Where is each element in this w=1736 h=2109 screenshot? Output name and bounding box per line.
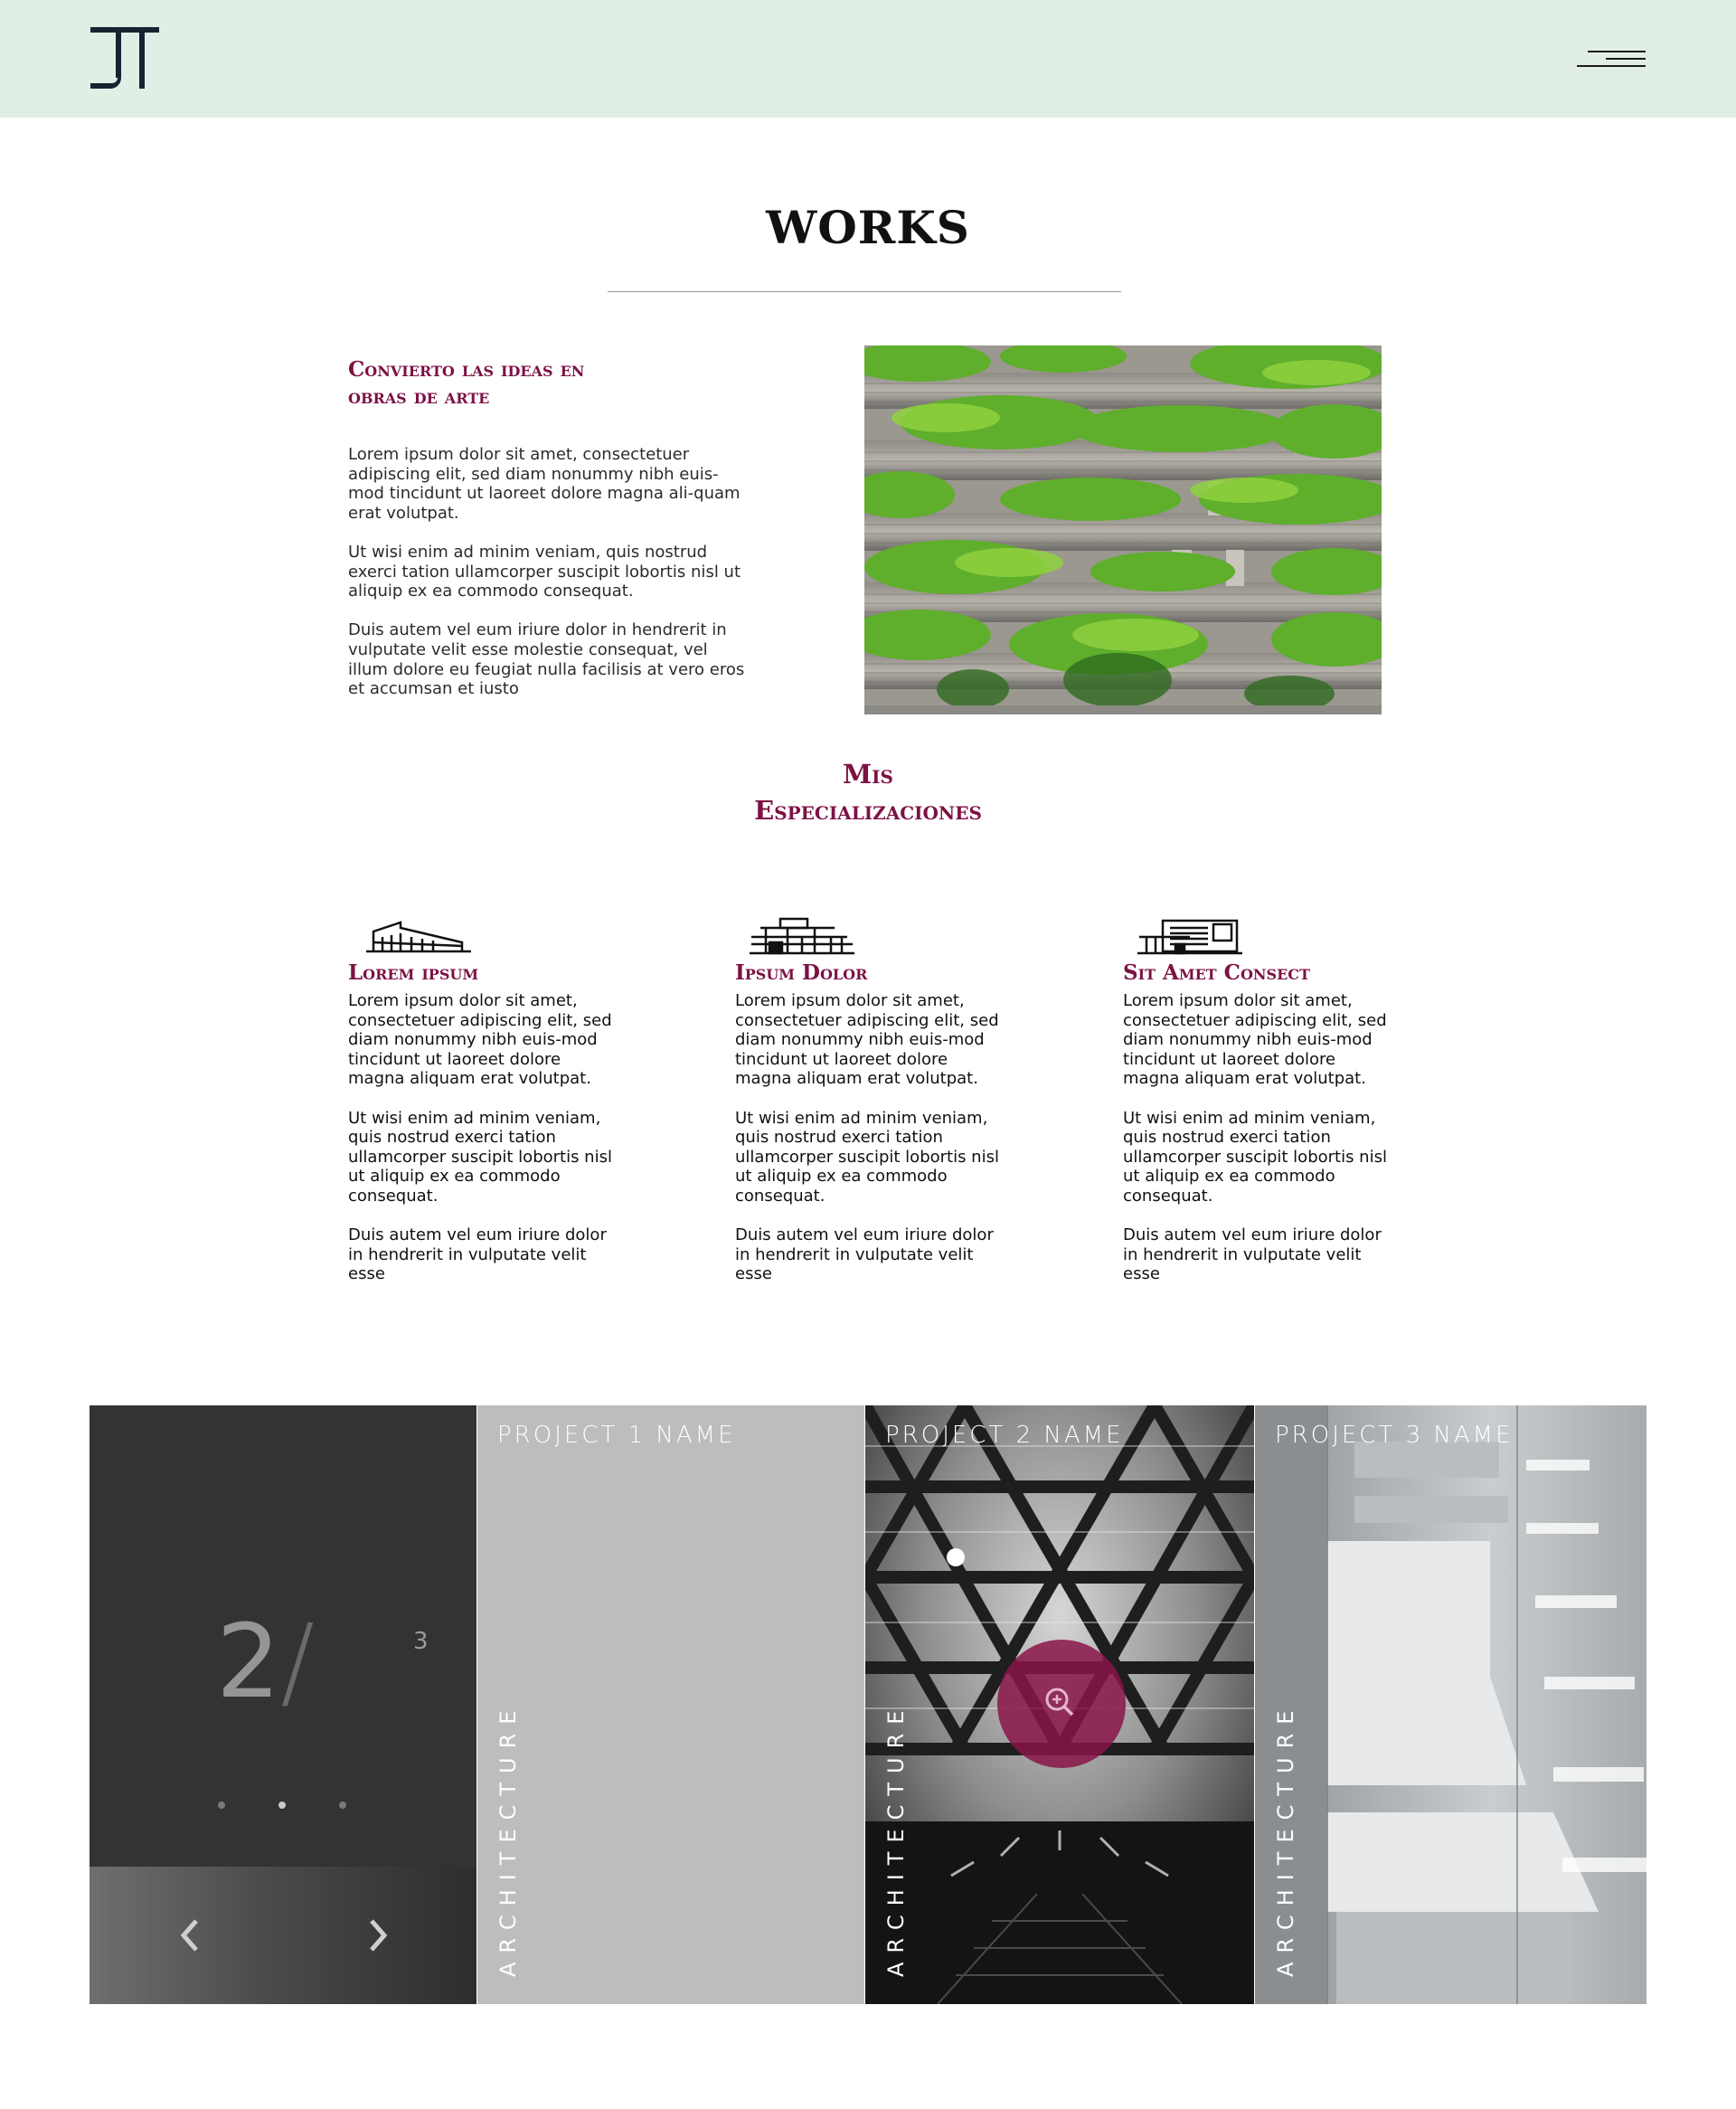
current-slide-number: 2 bbox=[216, 1603, 281, 1721]
specialization-paragraph: Ut wisi enim ad minim veniam, quis nostr… bbox=[348, 1108, 612, 1206]
slide-dot[interactable] bbox=[339, 1802, 346, 1809]
chevron-left-icon[interactable] bbox=[176, 1917, 203, 1953]
specialization-name: Lorem ipsum bbox=[348, 960, 479, 985]
specialization-name: Sit Amet Consect bbox=[1123, 960, 1310, 985]
specialization-paragraph: Lorem ipsum dolor sit amet, consectetuer… bbox=[735, 991, 999, 1089]
specialization-card: Ipsum Dolor Lorem ipsum dolor sit amet, … bbox=[735, 915, 1006, 1304]
project-card-1[interactable]: PROJECT 1 NAME ARCHITECTURE bbox=[477, 1405, 864, 2004]
total-slides-number: 3 bbox=[413, 1628, 429, 1655]
project-category: ARCHITECTURE bbox=[883, 1701, 909, 1977]
house-icon bbox=[750, 917, 854, 955]
slide-dots bbox=[90, 1796, 476, 1814]
specializations-title-line2: Especializaciones bbox=[754, 795, 982, 826]
slide-dot[interactable] bbox=[218, 1802, 225, 1809]
project-title: PROJECT 3 NAME bbox=[1275, 1422, 1514, 1449]
intro-paragraph: Lorem ipsum dolor sit amet, consectetuer… bbox=[348, 445, 741, 523]
modern-house-icon bbox=[1137, 919, 1242, 955]
slide-counter: 2/ 3 bbox=[216, 1612, 429, 1713]
chevron-right-icon[interactable] bbox=[364, 1917, 392, 1953]
specialization-paragraph: Duis autem vel eum iriure dolor in hendr… bbox=[1123, 1225, 1382, 1284]
specialization-paragraph: Lorem ipsum dolor sit amet, consectetuer… bbox=[1123, 991, 1387, 1089]
intro-heading: Convierto las ideas en obras de arte bbox=[348, 357, 585, 409]
intro-paragraph: Duis autem vel eum iriure dolor in hendr… bbox=[348, 620, 745, 699]
title-divider bbox=[608, 291, 1121, 292]
project-category: ARCHITECTURE bbox=[495, 1701, 521, 1977]
slider-counter-panel: 2/ 3 bbox=[90, 1405, 476, 2004]
project-title: PROJECT 1 NAME bbox=[497, 1422, 736, 1449]
project-3-image bbox=[1255, 1405, 1646, 2004]
slider-nav bbox=[90, 1867, 476, 2004]
logo-jt[interactable] bbox=[90, 27, 159, 89]
specialization-card: Sit Amet Consect Lorem ipsum dolor sit a… bbox=[1123, 915, 1394, 1304]
intro-body: Lorem ipsum dolor sit amet, consectetuer… bbox=[348, 445, 746, 718]
specialization-name: Ipsum Dolor bbox=[735, 960, 868, 985]
project-gallery: 2/ 3 PROJECT 1 NAME ARCHITECTURE PROJECT… bbox=[90, 1405, 1646, 2004]
specialization-paragraph: Ut wisi enim ad minim veniam, quis nostr… bbox=[735, 1108, 999, 1206]
specialization-paragraph: Ut wisi enim ad minim veniam, quis nostr… bbox=[1123, 1108, 1387, 1206]
specializations-title: Mis Especializaciones bbox=[0, 756, 1736, 828]
slide-dot-active[interactable] bbox=[278, 1802, 286, 1809]
specialization-paragraph: Duis autem vel eum iriure dolor in hendr… bbox=[735, 1225, 994, 1284]
page-title: WORKS bbox=[766, 201, 970, 254]
project-title: PROJECT 2 NAME bbox=[885, 1422, 1124, 1449]
specializations-title-line1: Mis bbox=[843, 759, 893, 790]
zoom-in-icon bbox=[1045, 1688, 1074, 1717]
zoom-button[interactable] bbox=[997, 1640, 1126, 1768]
specialization-card: Lorem ipsum Lorem ipsum dolor sit amet, … bbox=[348, 915, 619, 1304]
project-category: ARCHITECTURE bbox=[1273, 1701, 1298, 1977]
hamburger-icon[interactable] bbox=[1577, 49, 1646, 71]
specialization-paragraph: Lorem ipsum dolor sit amet, consectetuer… bbox=[348, 991, 612, 1089]
hero-image-green-building bbox=[864, 345, 1382, 714]
building-icon bbox=[366, 921, 471, 953]
site-header bbox=[0, 0, 1736, 118]
project-card-3[interactable]: PROJECT 3 NAME ARCHITECTURE bbox=[1255, 1405, 1646, 2004]
project-card-2[interactable]: PROJECT 2 NAME ARCHITECTURE bbox=[865, 1405, 1254, 2004]
specialization-paragraph: Duis autem vel eum iriure dolor in hendr… bbox=[348, 1225, 607, 1284]
intro-paragraph: Ut wisi enim ad minim veniam, quis nostr… bbox=[348, 542, 741, 601]
counter-slash: / bbox=[280, 1603, 315, 1721]
